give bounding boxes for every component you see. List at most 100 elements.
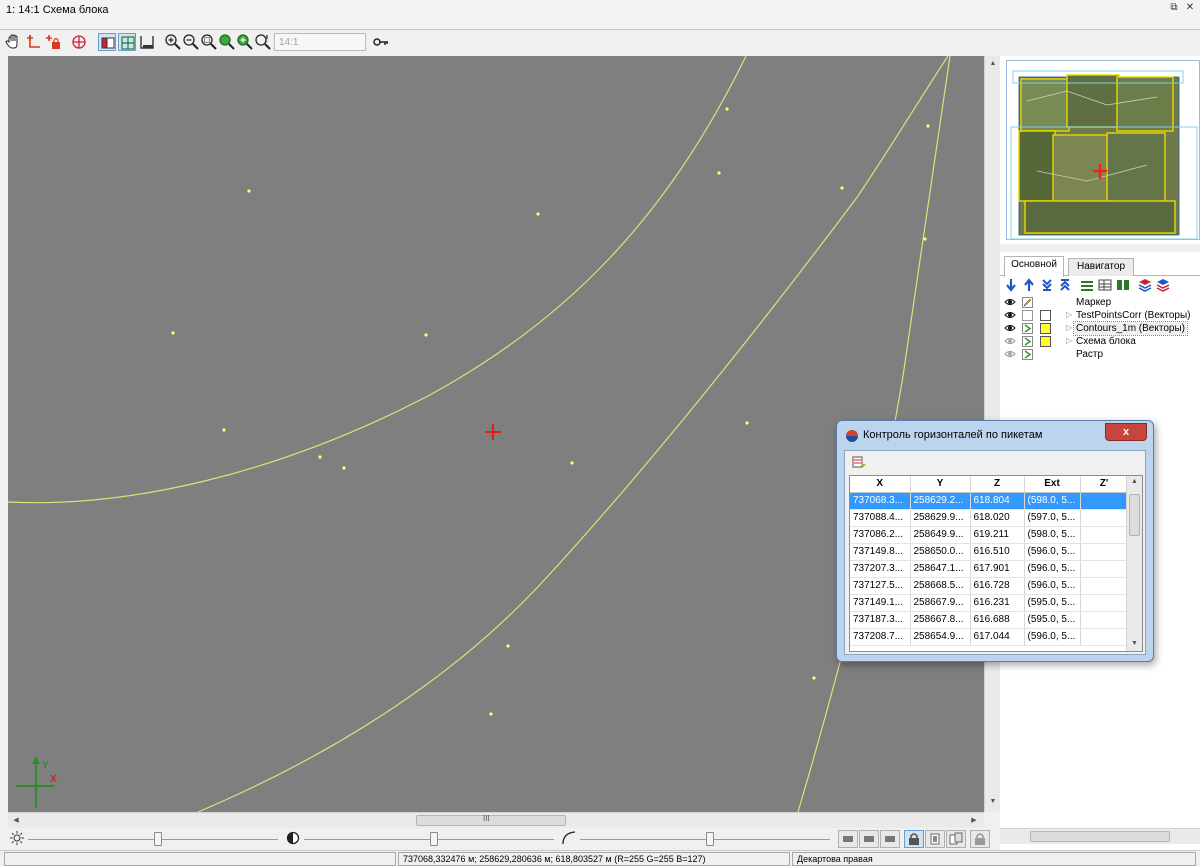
layer-tree-scroll-thumb[interactable] xyxy=(1030,831,1170,842)
pencil-edit-icon[interactable] xyxy=(1022,297,1033,308)
layer-row[interactable]: Растр xyxy=(1000,348,1200,361)
close-button[interactable]: ✕ xyxy=(1184,2,1196,14)
table-row[interactable]: 737088.4... 258629.9... 618.020 (597.0, 5..… xyxy=(850,509,1129,527)
horizontal-scroll-thumb[interactable]: III xyxy=(416,814,566,826)
table-scroll-down-icon[interactable]: ▼ xyxy=(1131,640,1138,647)
zoom-layer-icon[interactable] xyxy=(236,33,254,51)
move-top-icon[interactable] xyxy=(1058,278,1072,292)
scroll-left-arrow-icon[interactable]: ◀ xyxy=(12,817,20,825)
layers-stack-icon[interactable] xyxy=(1138,278,1152,292)
zoom-previous-icon[interactable] xyxy=(254,33,272,51)
scroll-down-arrow-icon[interactable]: ▼ xyxy=(989,798,997,806)
chevron-right-icon[interactable] xyxy=(1022,336,1033,347)
layer-props-icon[interactable] xyxy=(1080,278,1094,292)
move-down-icon[interactable] xyxy=(1004,278,1018,292)
layer-color-swatch[interactable] xyxy=(1040,336,1051,347)
table-row[interactable]: 737127.5... 258668.5... 616.728 (596.0, 5..… xyxy=(850,577,1129,595)
expand-arrow-icon[interactable]: ▷ xyxy=(1066,323,1072,332)
dialog-close-button[interactable]: x xyxy=(1105,423,1147,441)
layer-table-icon[interactable] xyxy=(1098,278,1112,292)
mode-button-3[interactable] xyxy=(880,830,900,848)
layer-tree-hscrollbar[interactable] xyxy=(1000,828,1200,844)
tab-navigator[interactable]: Навигатор xyxy=(1068,258,1134,276)
scroll-right-arrow-icon[interactable]: ▶ xyxy=(970,817,978,825)
photo-tile xyxy=(1106,132,1166,210)
move-up-icon[interactable] xyxy=(1022,278,1036,292)
zoom-window-icon[interactable] xyxy=(200,33,218,51)
mode-button-2[interactable] xyxy=(859,830,879,848)
table-cell: (596.0, 5... xyxy=(1024,628,1081,646)
table-scroll-up-icon[interactable]: ▲ xyxy=(1131,478,1138,485)
column-header[interactable]: Z' xyxy=(1080,476,1129,493)
navigator-overview[interactable] xyxy=(1006,60,1200,240)
move-bottom-icon[interactable] xyxy=(1040,278,1054,292)
eye-visible-icon[interactable] xyxy=(1004,323,1016,333)
mode-button-1[interactable] xyxy=(838,830,858,848)
gamma-slider-handle[interactable] xyxy=(706,832,714,846)
brightness-slider-handle[interactable] xyxy=(154,832,162,846)
scroll-thumb-grip: III xyxy=(483,814,490,823)
restore-button[interactable]: ⧉ xyxy=(1168,2,1180,14)
layer-color-swatch[interactable] xyxy=(1040,323,1051,334)
table-cell: 258650.0... xyxy=(910,543,971,561)
table-vertical-scrollbar[interactable]: ▲ ▼ xyxy=(1126,476,1142,651)
table-row[interactable]: 737207.3... 258647.1... 617.901 (596.0, 5..… xyxy=(850,560,1129,578)
layers-stack-alt-icon[interactable] xyxy=(1156,278,1170,292)
table-row[interactable]: 737208.7... 258654.9... 617.044 (596.0, 5..… xyxy=(850,628,1129,646)
page-duplicate-button[interactable] xyxy=(946,830,966,848)
layer-row[interactable]: ▷ Схема блока xyxy=(1000,335,1200,348)
column-header[interactable]: Y xyxy=(910,476,971,493)
eye-visible-icon[interactable] xyxy=(1004,297,1016,307)
gamma-slider-track[interactable] xyxy=(580,839,830,840)
contrast-slider-handle[interactable] xyxy=(430,832,438,846)
layer-row[interactable]: Маркер xyxy=(1000,296,1200,309)
contrast-slider-track[interactable] xyxy=(304,839,554,840)
table-cell xyxy=(1080,543,1129,561)
lock-open-button[interactable] xyxy=(970,830,990,848)
column-header[interactable]: X xyxy=(850,476,911,493)
add-point-icon[interactable] xyxy=(25,33,43,51)
scale-input[interactable] xyxy=(274,33,366,51)
zoom-in-icon[interactable] xyxy=(164,33,182,51)
table-row[interactable]: 737068.3... 258629.2... 618.804 (598.0, 5..… xyxy=(850,492,1129,510)
eye-visible-icon[interactable] xyxy=(1004,310,1016,320)
expand-arrow-icon[interactable]: ▷ xyxy=(1066,310,1072,319)
layer-name: Схема блока xyxy=(1076,336,1136,347)
mode-vector-icon[interactable] xyxy=(118,33,136,51)
map-horizontal-scrollbar[interactable]: ◀ III ▶ xyxy=(8,812,984,828)
tab-main[interactable]: Основной xyxy=(1004,256,1064,277)
zoom-out-icon[interactable] xyxy=(182,33,200,51)
lock-button[interactable] xyxy=(904,830,924,848)
export-table-icon[interactable] xyxy=(851,454,867,470)
layer-row[interactable]: ▷ Contours_1m (Векторы) xyxy=(1000,321,1200,336)
mode-frame-icon[interactable] xyxy=(138,33,156,51)
edit-checkbox[interactable] xyxy=(1022,310,1033,321)
add-locked-point-icon[interactable] xyxy=(44,33,62,51)
grid-icon[interactable] xyxy=(70,33,88,51)
scroll-up-arrow-icon[interactable]: ▲ xyxy=(989,60,997,68)
table-row[interactable]: 737149.1... 258667.9... 616.231 (595.0, 5..… xyxy=(850,594,1129,612)
pan-hand-icon[interactable] xyxy=(4,33,22,51)
table-scroll-thumb[interactable] xyxy=(1129,494,1140,536)
chevron-right-icon[interactable] xyxy=(1022,323,1033,334)
table-row[interactable]: 737149.8... 258650.0... 616.510 (596.0, 5..… xyxy=(850,543,1129,561)
panel-splitter[interactable] xyxy=(1000,244,1200,252)
layer-row[interactable]: ▷ TestPointsCorr (Векторы) xyxy=(1000,309,1200,322)
mode-raster-icon[interactable] xyxy=(98,33,116,51)
page-copy-button[interactable] xyxy=(925,830,945,848)
brightness-slider-track[interactable] xyxy=(28,839,278,840)
layer-name: Растр xyxy=(1076,349,1104,360)
zoom-full-icon[interactable] xyxy=(218,33,236,51)
column-header[interactable]: Z xyxy=(970,476,1025,493)
chevron-right-icon[interactable] xyxy=(1022,349,1033,360)
eye-hidden-icon[interactable] xyxy=(1004,336,1016,346)
column-header[interactable]: Ext xyxy=(1024,476,1081,493)
table-row[interactable]: 737086.2... 258649.9... 619.211 (598.0, 5..… xyxy=(850,526,1129,544)
expand-arrow-icon[interactable]: ▷ xyxy=(1066,336,1072,345)
eye-hidden-icon[interactable] xyxy=(1004,349,1016,359)
layer-color-swatch[interactable] xyxy=(1040,310,1051,321)
layer-columns-icon[interactable] xyxy=(1116,278,1130,292)
table-row[interactable]: 737187.3... 258667.8... 616.688 (595.0, 5..… xyxy=(850,611,1129,629)
key-icon[interactable] xyxy=(372,33,390,51)
window-titlebar: 1: 14:1 Схема блока ⧉ ✕ xyxy=(0,0,1200,30)
